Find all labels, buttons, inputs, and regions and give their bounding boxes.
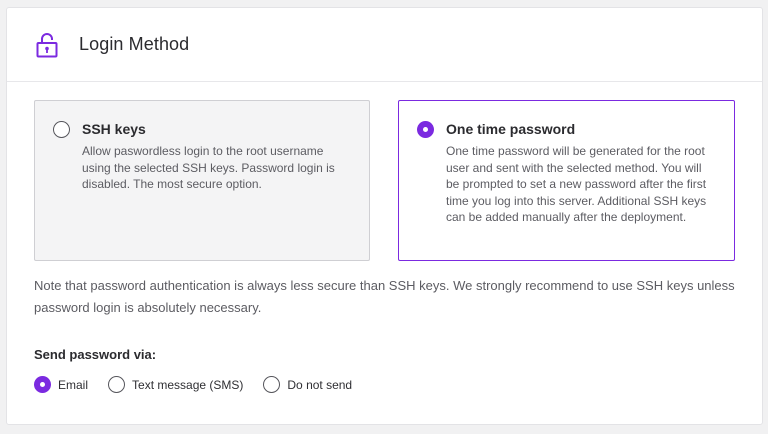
- email-radio[interactable]: [34, 376, 51, 393]
- sms-radio[interactable]: [108, 376, 126, 393]
- option-ssh-keys[interactable]: SSH keys Allow paswordless login to the …: [34, 100, 370, 261]
- card-header: Login Method: [7, 8, 762, 82]
- page-title: Login Method: [79, 34, 190, 54]
- do-not-send-label: Do not send: [287, 377, 353, 392]
- login-method-card: Login Method SSH keys Allow paswordless …: [6, 7, 763, 425]
- send-password-label: Send password via:: [34, 347, 157, 362]
- send-option-sms[interactable]: Text message (SMS): [108, 376, 243, 393]
- ssh-keys-description: Allow paswordless login to the root user…: [82, 144, 335, 191]
- do-not-send-radio[interactable]: [263, 376, 281, 393]
- login-method-options: SSH keys Allow paswordless login to the …: [34, 100, 735, 262]
- send-password-options: Email Text message (SMS) Do not send: [34, 376, 372, 393]
- sms-label: Text message (SMS): [132, 377, 244, 392]
- lock-open-icon: [34, 31, 60, 59]
- one-time-password-title: One time password: [446, 121, 576, 137]
- send-option-email[interactable]: Email: [34, 376, 88, 393]
- send-option-do-not-send[interactable]: Do not send: [263, 376, 352, 393]
- one-time-password-description: One time password will be generated for …: [446, 144, 707, 224]
- one-time-password-radio[interactable]: [417, 121, 434, 138]
- security-note: Note that password authentication is alw…: [34, 278, 735, 315]
- ssh-keys-radio[interactable]: [53, 121, 70, 138]
- option-one-time-password[interactable]: One time password One time password will…: [398, 100, 735, 261]
- email-label: Email: [58, 377, 89, 392]
- ssh-keys-title: SSH keys: [82, 121, 146, 137]
